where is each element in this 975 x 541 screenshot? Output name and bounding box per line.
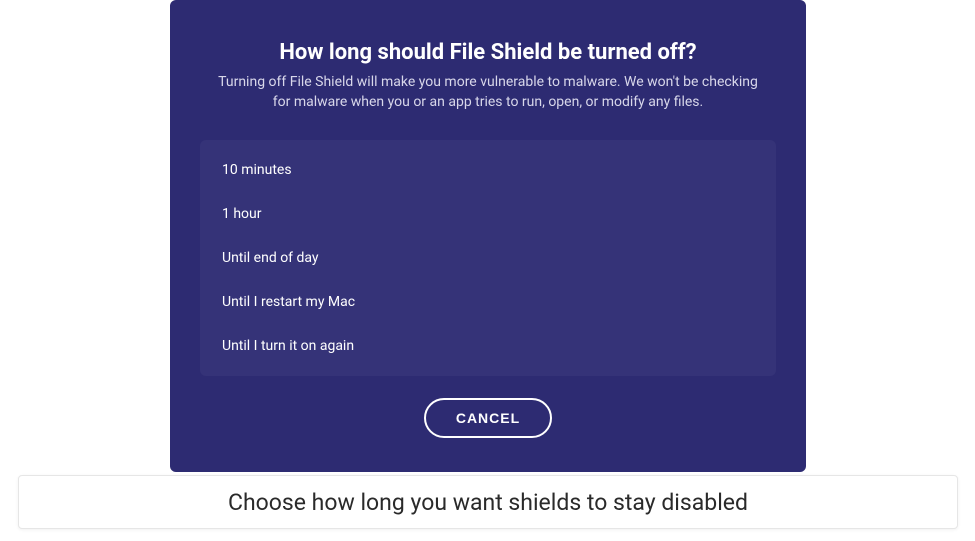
- dialog-subtitle: Turning off File Shield will make you mo…: [218, 73, 758, 112]
- cancel-button[interactable]: CANCEL: [424, 398, 552, 438]
- option-1-hour[interactable]: 1 hour: [200, 192, 776, 236]
- option-10-minutes[interactable]: 10 minutes: [200, 148, 776, 192]
- duration-options-panel: 10 minutes 1 hour Until end of day Until…: [200, 140, 776, 376]
- option-until-turn-on-again[interactable]: Until I turn it on again: [200, 324, 776, 368]
- caption-card: Choose how long you want shields to stay…: [18, 475, 958, 529]
- dialog-title: How long should File Shield be turned of…: [279, 40, 696, 65]
- caption-text: Choose how long you want shields to stay…: [228, 489, 748, 516]
- file-shield-dialog: How long should File Shield be turned of…: [170, 0, 806, 472]
- option-until-restart[interactable]: Until I restart my Mac: [200, 280, 776, 324]
- option-until-end-of-day[interactable]: Until end of day: [200, 236, 776, 280]
